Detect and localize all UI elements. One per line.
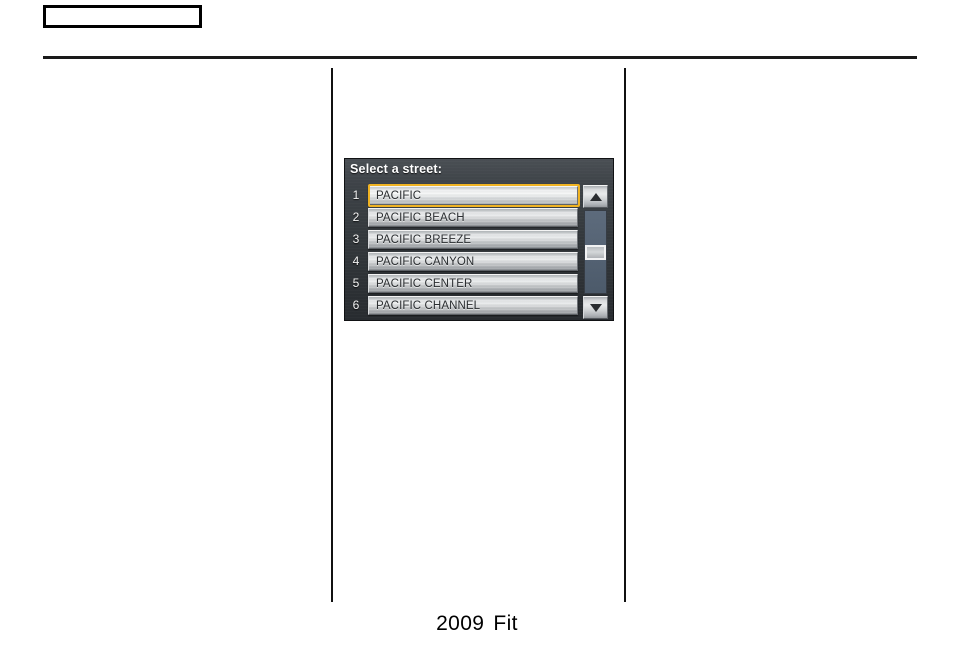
scroll-up-button[interactable] [583,185,608,208]
scrollbar-track[interactable] [584,210,607,294]
list-item[interactable]: 1 PACIFIC [344,184,614,207]
triangle-down-icon [589,303,602,312]
scroll-down-button[interactable] [583,296,608,319]
footer-model: Fit [493,612,518,635]
list-item[interactable]: 5 PACIFIC CENTER [344,273,614,295]
list-item[interactable]: 4 PACIFIC CANYON [344,251,614,273]
column-divider-right [624,68,626,602]
street-name-label: PACIFIC BEACH [376,211,465,224]
street-name-label: PACIFIC CHANNEL [376,299,481,312]
column-divider-left [331,68,333,602]
street-list: 1 PACIFIC 2 PACIFIC BEACH 3 PACIFIC BREE… [344,184,614,317]
list-item-number: 5 [352,276,360,291]
street-name-label: PACIFIC [376,189,422,202]
footer-year: 2009 [436,612,485,635]
triangle-up-icon [589,192,602,201]
list-item[interactable]: 3 PACIFIC BREEZE [344,229,614,251]
list-item-number: 3 [352,232,360,247]
scrollbar-thumb[interactable] [585,245,606,260]
street-name-label: PACIFIC BREEZE [376,233,472,246]
page-footer: 2009 Fit [0,612,954,636]
street-name-label: PACIFIC CENTER [376,277,473,290]
list-item-number: 4 [352,254,360,269]
street-button[interactable]: PACIFIC [368,186,578,206]
street-button[interactable]: PACIFIC CHANNEL [368,296,578,316]
list-item[interactable]: 6 PACIFIC CHANNEL [344,295,614,317]
navigation-screen: Select a street: 1 PACIFIC 2 PACIFIC BEA… [344,158,614,321]
page-header-box [43,5,202,28]
street-button[interactable]: PACIFIC CENTER [368,274,578,294]
list-item-number: 6 [352,298,360,313]
street-name-label: PACIFIC CANYON [376,255,475,268]
street-button[interactable]: PACIFIC BEACH [368,208,578,228]
list-item[interactable]: 2 PACIFIC BEACH [344,207,614,229]
street-button[interactable]: PACIFIC CANYON [368,252,578,272]
list-scrollbar[interactable] [583,185,608,319]
street-button[interactable]: PACIFIC BREEZE [368,230,578,250]
header-divider-rule [43,56,917,59]
screen-title: Select a street: [350,162,443,176]
list-item-number: 2 [352,210,360,225]
list-item-number: 1 [352,188,360,203]
